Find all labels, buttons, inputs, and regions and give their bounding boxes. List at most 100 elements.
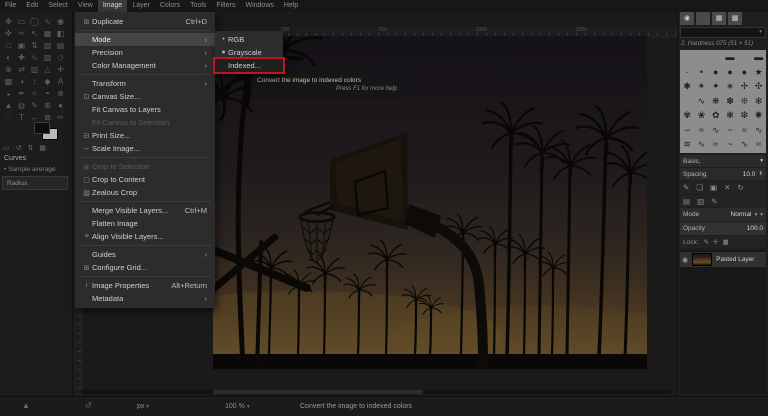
tool-options-icon[interactable]: ▦ <box>39 144 46 152</box>
brush-thumbnail[interactable]: ∿ <box>694 94 708 109</box>
menubar-item[interactable]: Help <box>279 0 303 12</box>
menu-item[interactable]: › <box>75 199 215 204</box>
tool-icon[interactable]: ⊗ <box>54 88 67 100</box>
lock-position-icon[interactable]: ✛ <box>713 238 718 246</box>
tool-icon[interactable]: ▧ <box>41 40 54 52</box>
dropdown-caret-icon[interactable]: ▾ <box>754 212 757 218</box>
spinner-icon[interactable]: ⬍ <box>758 171 763 177</box>
brush-thumbnail[interactable]: ✿ <box>709 108 723 123</box>
foreground-color-swatch[interactable] <box>34 122 50 134</box>
tool-icon[interactable]: ◑ <box>15 76 28 88</box>
tool-icon[interactable]: ◆ <box>41 76 54 88</box>
menu-item[interactable]: Merge Visible Layers... Ctrl+M › <box>75 204 215 217</box>
tool-icon[interactable]: ↕ <box>28 76 41 88</box>
menubar-item[interactable]: Layer <box>127 0 155 12</box>
layers-dock-tab[interactable]: ▤ <box>683 197 690 206</box>
tool-icon[interactable]: T <box>15 112 28 124</box>
menu-item[interactable]: Transform › <box>75 77 215 90</box>
brush-thumbnail[interactable]: ✦ <box>709 79 723 94</box>
brush-action-icon[interactable]: ▣ <box>710 183 717 192</box>
tool-icon[interactable]: ◯ <box>28 16 41 28</box>
submenu-item[interactable]: ● Grayscale <box>215 46 283 59</box>
dock-tab[interactable]: ▦ <box>712 12 726 25</box>
brush-thumbnail[interactable]: ● <box>737 65 751 80</box>
brush-thumbnail[interactable]: ~ <box>723 123 737 138</box>
layer-mode-row[interactable]: Mode Normal ▾ ▾ <box>680 208 766 221</box>
menu-item[interactable]: › <box>75 155 215 160</box>
brush-thumbnail[interactable]: ✱ <box>680 79 694 94</box>
tool-icon[interactable]: ✂ <box>15 28 28 40</box>
menu-item[interactable]: ▣ Crop to Selection › <box>75 160 215 173</box>
brush-filter-input[interactable]: ▾ <box>680 27 766 38</box>
tool-icon[interactable]: ▩ <box>2 76 15 88</box>
menu-item[interactable]: ▢ Crop to Content › <box>75 173 215 186</box>
menubar-item[interactable]: View <box>73 0 98 12</box>
navigation-icon[interactable]: ▲ <box>22 401 30 410</box>
menubar-item[interactable]: Tools <box>185 0 211 12</box>
menu-item[interactable]: Metadata › <box>75 292 215 305</box>
menu-item[interactable]: › <box>75 72 215 77</box>
brush-thumbnail[interactable]: ✺ <box>751 108 765 123</box>
brush-thumbnail[interactable] <box>709 50 723 65</box>
mode-options-icon[interactable]: ▾ <box>760 212 763 218</box>
brush-thumbnail[interactable] <box>694 50 708 65</box>
menubar-item[interactable]: Colors <box>155 0 185 12</box>
layer-row[interactable]: ◉ Pasted Layer <box>680 252 766 267</box>
brush-thumbnail[interactable]: ✻ <box>751 94 765 109</box>
brush-thumbnail[interactable]: ✶ <box>694 79 708 94</box>
color-swatches[interactable] <box>34 122 60 140</box>
tool-icon[interactable]: ✒ <box>15 88 28 100</box>
tool-icon[interactable]: ◉ <box>54 16 67 28</box>
brush-thumbnail[interactable]: ∗ <box>723 79 737 94</box>
menu-item[interactable]: ⊞ Duplicate Ctrl+D › <box>75 15 215 28</box>
brush-action-icon[interactable]: ✎ <box>683 183 689 192</box>
brush-thumbnail[interactable]: ❀ <box>694 108 708 123</box>
menu-item[interactable]: Fit Canvas to Layers › <box>75 103 215 116</box>
tool-icon[interactable]: ▦ <box>41 28 54 40</box>
dock-tab[interactable] <box>696 12 710 25</box>
brush-thumbnail[interactable] <box>737 50 751 65</box>
brush-thumbnail[interactable]: ✣ <box>751 79 765 94</box>
layers-dock-tab[interactable]: ▥ <box>697 197 704 206</box>
menubar-item[interactable]: Select <box>43 0 72 12</box>
tool-icon[interactable]: ⊕ <box>2 64 15 76</box>
opacity-slider[interactable]: Opacity 100.0 <box>680 222 766 235</box>
brush-thumbnail[interactable]: ❃ <box>723 108 737 123</box>
sample-average-checkbox[interactable]: • Sample average <box>4 166 55 173</box>
tool-icon[interactable]: ≈ <box>28 88 41 100</box>
tool-icon[interactable]: ◧ <box>54 28 67 40</box>
tool-icon[interactable]: ◒ <box>2 88 15 100</box>
menu-item[interactable]: Fit Canvas to Selection › <box>75 116 215 129</box>
submenu-item[interactable]: Indexed... <box>215 59 283 72</box>
brush-thumbnail[interactable]: ~ <box>723 137 737 152</box>
radius-input[interactable]: Radius <box>2 176 68 190</box>
tool-icon[interactable]: ◌ <box>2 112 15 124</box>
tool-icon[interactable]: ∿ <box>28 52 41 64</box>
menubar-item[interactable]: File <box>0 0 21 12</box>
brush-thumbnail[interactable]: ❋ <box>709 94 723 109</box>
brush-thumbnail[interactable]: ✽ <box>723 94 737 109</box>
menu-item[interactable]: › <box>75 243 215 248</box>
tool-icon[interactable]: □ <box>2 40 15 52</box>
menu-item[interactable]: ↔ Scale Image... › <box>75 142 215 155</box>
spacing-slider[interactable]: Spacing 10.0 ⬍ <box>680 168 766 180</box>
brush-thumbnail[interactable]: · <box>680 65 694 80</box>
brush-thumbnail[interactable]: ≈ <box>737 123 751 138</box>
brush-grid[interactable]: ▬ ▬ · • ● ● ● ★ ✱ ✶ ✦ ∗ ✢ ✣ ∿ ❋ ✽ ❊ ✻ ✾ ❀ ✿ ❃ ❇ ✺ ∽ ≈ ∿ ~ ≈ ∿ ≋ ∿ ≈ ~ ∿ ≈ <box>680 50 766 153</box>
brush-thumbnail[interactable]: ▬ <box>751 50 765 65</box>
undo-history-icon[interactable]: ↺ <box>85 401 92 410</box>
tool-icon[interactable]: ▤ <box>54 40 67 52</box>
menu-item[interactable]: ▧ Zealous Crop › <box>75 186 215 199</box>
menu-item[interactable]: Mode › <box>75 33 215 46</box>
tool-icon[interactable]: ⇅ <box>28 40 41 52</box>
dock-tab[interactable]: ▩ <box>728 12 742 25</box>
tool-icon[interactable]: ▲ <box>2 100 15 112</box>
brush-thumbnail[interactable]: ≈ <box>694 123 708 138</box>
tool-icon[interactable]: ✎ <box>28 100 41 112</box>
tool-icon[interactable]: ◇ <box>54 52 67 64</box>
brush-thumbnail[interactable]: ● <box>709 65 723 80</box>
unit-dropdown[interactable]: px ▾ <box>137 403 149 410</box>
tool-icon[interactable]: ◓ <box>41 88 54 100</box>
brush-thumbnail[interactable]: ▬ <box>723 50 737 65</box>
tool-icon[interactable]: A <box>54 76 67 88</box>
